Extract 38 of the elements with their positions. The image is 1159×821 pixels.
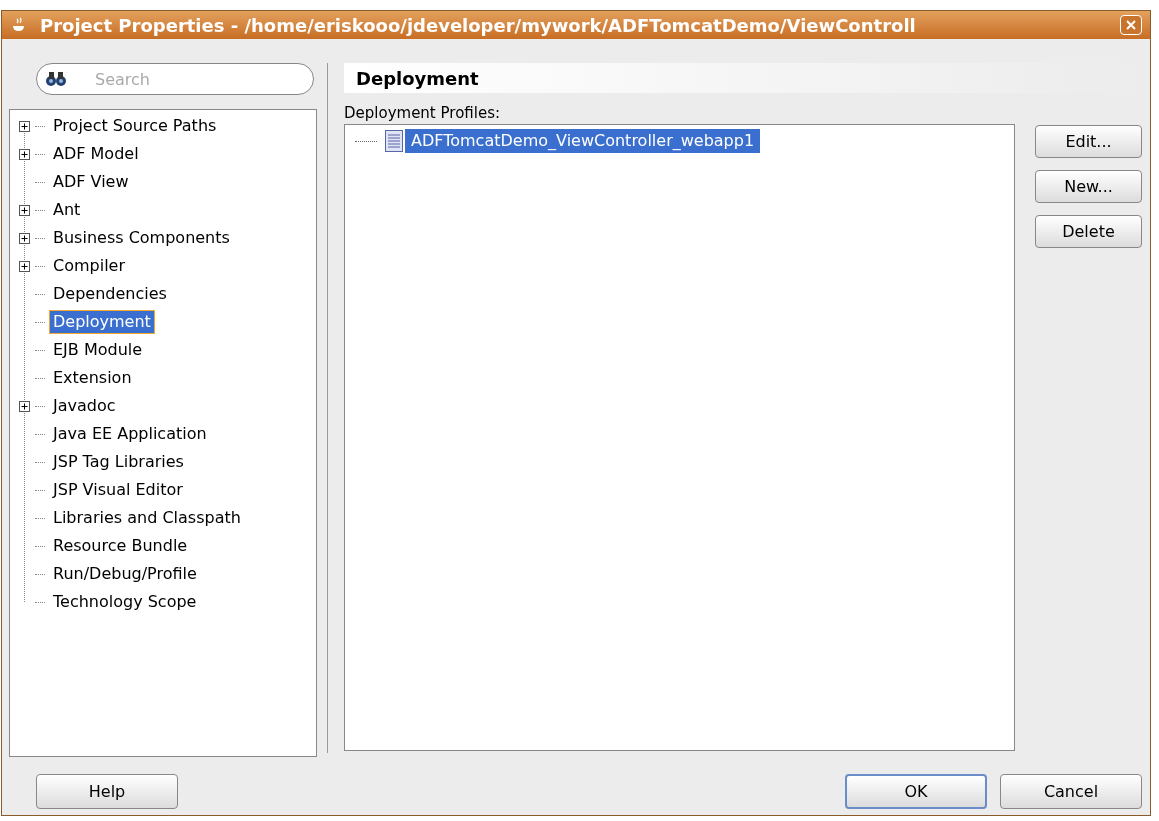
expand-icon[interactable]	[19, 148, 30, 160]
tree-item[interactable]: Project Source Paths	[49, 114, 221, 138]
profile-action-button[interactable]: Delete	[1035, 215, 1142, 248]
tree-item[interactable]: Java EE Application	[49, 422, 211, 446]
expand-icon[interactable]	[19, 260, 30, 272]
expand-icon[interactable]	[19, 400, 30, 412]
tree-item[interactable]: Resource Bundle	[49, 534, 192, 558]
tree-item[interactable]: Ant	[49, 198, 85, 222]
window-title: Project Properties - /home/eriskooo/jdeveloper/mywork/ADFTomcatDemo/ViewControll	[40, 13, 917, 38]
tree-item[interactable]: Compiler	[49, 254, 129, 278]
document-icon	[385, 130, 403, 152]
dialog-button[interactable]: OK	[845, 774, 987, 809]
tree-item[interactable]: Business Components	[49, 226, 234, 250]
close-button[interactable]	[1120, 15, 1142, 35]
tree-item[interactable]: Run/Debug/Profile	[49, 562, 201, 586]
tree-item[interactable]: Libraries and Classpath	[49, 506, 245, 530]
binoculars-icon	[45, 70, 67, 88]
tree-item[interactable]: ADF Model	[49, 142, 143, 166]
profiles-label: Deployment Profiles:	[344, 103, 502, 123]
profile-item[interactable]: ADFTomcatDemo_ViewController_webapp1	[405, 129, 761, 153]
tree-item[interactable]: Technology Scope	[49, 590, 201, 614]
tree-item[interactable]: Extension	[49, 366, 136, 390]
help-button[interactable]: Help	[36, 774, 178, 809]
expand-icon[interactable]	[19, 232, 30, 244]
tree-item[interactable]: JSP Tag Libraries	[49, 450, 188, 474]
tree-item[interactable]: EJB Module	[49, 338, 147, 362]
tree-item[interactable]: Deployment	[49, 310, 155, 334]
search-field[interactable]: Search	[36, 63, 314, 95]
expand-icon[interactable]	[19, 204, 30, 216]
tree-item[interactable]: Javadoc	[49, 394, 120, 418]
dialog-button[interactable]: Cancel	[1000, 774, 1142, 809]
tree-item[interactable]: ADF View	[49, 170, 133, 194]
close-icon	[1126, 20, 1136, 30]
tree-item[interactable]: Dependencies	[49, 282, 171, 306]
tree-item[interactable]: JSP Visual Editor	[49, 478, 187, 502]
profile-action-button[interactable]: Edit...	[1035, 125, 1142, 158]
profile-action-button[interactable]: New...	[1035, 170, 1142, 203]
expand-icon[interactable]	[19, 120, 30, 132]
